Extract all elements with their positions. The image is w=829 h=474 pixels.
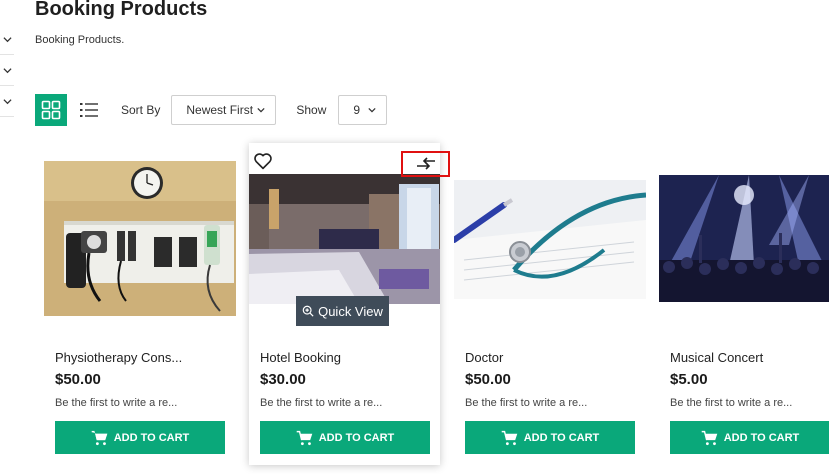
quick-view-label: Quick View	[318, 303, 383, 319]
medical-equipment-image	[44, 161, 236, 316]
product-name[interactable]: Doctor	[465, 350, 503, 365]
product-card[interactable]: Physiotherapy Cons... $50.00 Be the firs…	[44, 143, 236, 465]
add-to-cart-button[interactable]: ADD TO CART	[670, 421, 829, 454]
sort-by-label: Sort By	[121, 103, 161, 117]
chevron-down-icon	[2, 36, 12, 42]
product-card[interactable]: Doctor $50.00 Be the first to write a re…	[454, 143, 646, 465]
grid-view-button[interactable]	[35, 94, 67, 126]
product-image[interactable]	[659, 175, 829, 302]
heart-icon[interactable]	[253, 152, 273, 170]
sort-select-value: Newest First	[186, 103, 254, 117]
stethoscope-image	[454, 180, 646, 299]
chevron-down-icon	[2, 98, 12, 104]
review-link[interactable]: Be the first to write a re...	[465, 397, 587, 409]
product-card[interactable]: Quick View Hotel Booking $30.00 Be the f…	[249, 143, 450, 465]
grid-view-icon	[41, 100, 61, 120]
product-price: $30.00	[260, 371, 306, 388]
review-link[interactable]: Be the first to write a re...	[55, 397, 177, 409]
page-title: Booking Products	[35, 0, 208, 20]
cart-icon	[501, 430, 517, 445]
add-to-cart-label: ADD TO CART	[113, 431, 190, 444]
chevron-down-icon	[257, 107, 265, 113]
zoom-in-icon	[302, 305, 314, 317]
cart-icon	[91, 430, 107, 445]
show-count-value: 9	[353, 103, 361, 117]
add-to-cart-button[interactable]: ADD TO CART	[55, 421, 225, 454]
sort-select[interactable]: Newest First	[171, 95, 277, 125]
add-to-cart-button[interactable]: ADD TO CART	[260, 421, 430, 454]
add-to-cart-label: ADD TO CART	[523, 431, 600, 444]
review-link[interactable]: Be the first to write a re...	[670, 397, 792, 409]
product-price: $50.00	[55, 371, 101, 388]
product-image[interactable]	[454, 180, 646, 299]
product-image[interactable]	[44, 161, 236, 316]
product-price: $5.00	[670, 371, 708, 388]
product-toolbar: Sort By Newest First Show 9	[35, 94, 388, 126]
compare-arrows-icon	[416, 157, 435, 170]
list-view-icon	[80, 103, 98, 117]
compare-button[interactable]	[401, 151, 450, 177]
chevron-down-icon	[368, 107, 377, 113]
filter-toggle-2[interactable]	[0, 55, 14, 86]
hotel-room-image	[249, 174, 440, 304]
product-name[interactable]: Musical Concert	[670, 350, 763, 365]
filter-toggle-3[interactable]	[0, 86, 14, 117]
add-to-cart-label: ADD TO CART	[318, 431, 395, 444]
review-link[interactable]: Be the first to write a re...	[260, 397, 382, 409]
add-to-cart-label: ADD TO CART	[723, 431, 800, 444]
show-count-select[interactable]: 9	[338, 95, 388, 125]
filter-toggle-1[interactable]	[0, 24, 14, 55]
add-to-cart-button[interactable]: ADD TO CART	[465, 421, 635, 454]
filter-sidebar	[0, 24, 14, 117]
product-price: $50.00	[465, 371, 511, 388]
list-view-button[interactable]	[73, 94, 105, 126]
product-name[interactable]: Hotel Booking	[260, 350, 341, 365]
concert-crowd-image	[659, 175, 829, 302]
product-image[interactable]	[249, 174, 440, 304]
quick-view-button[interactable]: Quick View	[296, 296, 389, 326]
cart-icon	[296, 430, 312, 445]
product-name[interactable]: Physiotherapy Cons...	[55, 350, 182, 365]
product-card[interactable]: Musical Concert $5.00 Be the first to wr…	[659, 143, 829, 465]
show-label: Show	[296, 103, 327, 117]
chevron-down-icon	[2, 67, 12, 73]
page-description: Booking Products.	[35, 34, 125, 46]
cart-icon	[701, 430, 717, 445]
